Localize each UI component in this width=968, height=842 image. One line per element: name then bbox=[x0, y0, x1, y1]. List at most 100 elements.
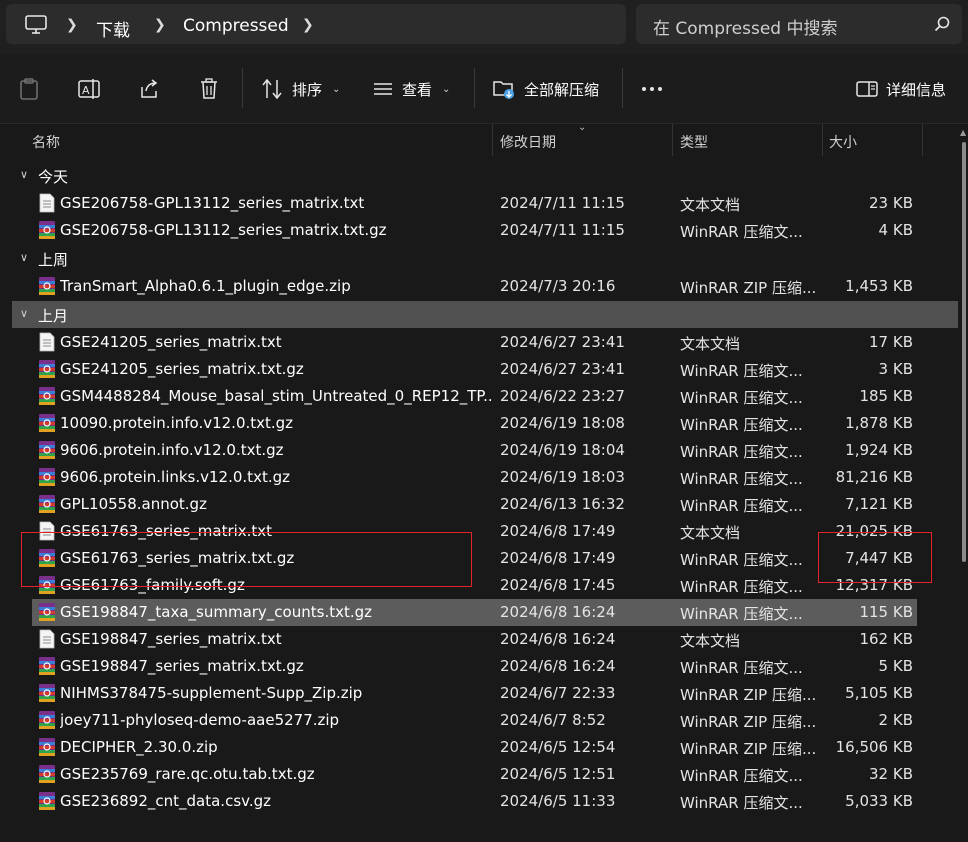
extract-folder-icon bbox=[493, 81, 514, 99]
chevron-right-icon[interactable]: ❯ bbox=[154, 17, 166, 33]
file-name[interactable]: GSE236892_cnt_data.csv.gz bbox=[60, 792, 492, 810]
file-name[interactable]: GSE235769_rare.qc.otu.tab.txt.gz bbox=[60, 765, 492, 783]
group-label: 今天 bbox=[38, 168, 69, 186]
file-row[interactable]: GSE206758-GPL13112_series_matrix.txt.gz 2… bbox=[32, 217, 917, 244]
extract-all-button[interactable]: 全部解压缩 bbox=[492, 76, 599, 102]
search-box[interactable]: 在 Compressed 中搜索 bbox=[636, 4, 962, 44]
address-bar-row: ❯ 下载 ❯ Compressed ❯ 在 Compressed 中搜索 bbox=[0, 0, 968, 54]
column-divider[interactable] bbox=[922, 124, 923, 156]
column-divider[interactable] bbox=[492, 124, 493, 156]
this-pc-icon[interactable] bbox=[24, 15, 48, 35]
file-size: 5 KB bbox=[878, 657, 913, 675]
file-type: WinRAR 压缩文... bbox=[680, 794, 803, 812]
chevron-down-icon[interactable]: ∨ bbox=[20, 251, 28, 264]
file-size: 32 KB bbox=[869, 765, 913, 783]
chevron-down-icon[interactable]: ∨ bbox=[20, 168, 28, 181]
file-name[interactable]: GPL10558.annot.gz bbox=[60, 495, 492, 513]
file-name[interactable]: joey711-phyloseq-demo-aae5277.zip bbox=[60, 711, 492, 729]
file-row[interactable]: 9606.protein.links.v12.0.txt.gz 2024/6/19… bbox=[32, 464, 917, 491]
column-header-date[interactable]: 修改日期 bbox=[500, 124, 556, 156]
file-row[interactable]: GSE236892_cnt_data.csv.gz 2024/6/5 11:33 W… bbox=[32, 788, 917, 815]
file-type: WinRAR 压缩文... bbox=[680, 605, 803, 623]
chevron-down-icon: ⌄ bbox=[332, 83, 341, 95]
group-header[interactable]: ∨ 上周 bbox=[12, 245, 958, 272]
file-date: 2024/6/27 23:41 bbox=[500, 360, 625, 378]
file-type: WinRAR 压缩文... bbox=[680, 416, 803, 434]
breadcrumb-compressed[interactable]: Compressed bbox=[183, 16, 289, 36]
file-row[interactable]: GSE206758-GPL13112_series_matrix.txt 2024… bbox=[32, 190, 917, 217]
group-label: 上月 bbox=[38, 307, 69, 325]
paste-button[interactable] bbox=[18, 76, 40, 102]
file-date: 2024/6/8 17:49 bbox=[500, 549, 616, 567]
file-type: WinRAR 压缩文... bbox=[680, 551, 803, 569]
scroll-up-icon[interactable]: ▲ bbox=[960, 128, 966, 137]
file-name[interactable]: NIHMS378475-supplement-Supp_Zip.zip bbox=[60, 684, 492, 702]
file-size: 17 KB bbox=[869, 333, 913, 351]
column-header-name[interactable]: 名称 bbox=[32, 124, 60, 156]
file-type: 文本文档 bbox=[680, 335, 741, 353]
chevron-right-icon[interactable]: ❯ bbox=[66, 17, 78, 33]
file-name[interactable]: GSM4488284_Mouse_basal_stim_Untreated_0_… bbox=[60, 387, 492, 405]
file-type: WinRAR 压缩文... bbox=[680, 443, 803, 461]
file-row[interactable]: GSE241205_series_matrix.txt.gz 2024/6/27 … bbox=[32, 356, 917, 383]
file-name[interactable]: DECIPHER_2.30.0.zip bbox=[60, 738, 492, 756]
file-name[interactable]: GSE241205_series_matrix.txt bbox=[60, 333, 492, 351]
group-header[interactable]: ∨ 今天 bbox=[12, 162, 958, 189]
extract-all-label: 全部解压缩 bbox=[524, 80, 600, 99]
file-row[interactable]: TranSmart_Alpha0.6.1_plugin_edge.zip 2024… bbox=[32, 273, 917, 300]
view-button[interactable]: 查看 ⌄ bbox=[372, 76, 450, 102]
file-size: 5,105 KB bbox=[845, 684, 913, 702]
column-divider[interactable] bbox=[672, 124, 673, 156]
chevron-down-icon[interactable]: ∨ bbox=[20, 307, 28, 320]
paste-icon bbox=[20, 78, 38, 100]
delete-button[interactable] bbox=[198, 76, 220, 102]
file-row[interactable]: 9606.protein.info.v12.0.txt.gz 2024/6/19 … bbox=[32, 437, 917, 464]
file-row[interactable]: GSE198847_series_matrix.txt.gz 2024/6/8 1… bbox=[32, 653, 917, 680]
file-name[interactable]: 10090.protein.info.v12.0.txt.gz bbox=[60, 414, 492, 432]
vertical-scrollbar[interactable] bbox=[962, 142, 966, 562]
file-name[interactable]: GSE206758-GPL13112_series_matrix.txt.gz bbox=[60, 221, 492, 239]
file-size: 5,033 KB bbox=[845, 792, 913, 810]
file-name[interactable]: GSE206758-GPL13112_series_matrix.txt bbox=[60, 194, 492, 212]
file-row[interactable]: NIHMS378475-supplement-Supp_Zip.zip 2024/… bbox=[32, 680, 917, 707]
column-header-size[interactable]: 大小 bbox=[829, 124, 857, 156]
address-bar[interactable]: ❯ 下载 ❯ Compressed ❯ bbox=[6, 4, 626, 44]
breadcrumb-downloads[interactable]: 下载 bbox=[96, 16, 130, 41]
search-icon[interactable] bbox=[934, 16, 950, 32]
file-name[interactable]: GSE198847_series_matrix.txt.gz bbox=[60, 657, 492, 675]
rename-button[interactable]: A bbox=[78, 76, 100, 102]
file-date: 2024/6/8 17:45 bbox=[500, 576, 616, 594]
file-name[interactable]: GSE241205_series_matrix.txt.gz bbox=[60, 360, 492, 378]
column-header-type[interactable]: 类型 bbox=[680, 124, 708, 156]
file-size: 1,453 KB bbox=[845, 277, 913, 295]
file-row[interactable]: GSE235769_rare.qc.otu.tab.txt.gz 2024/6/5… bbox=[32, 761, 917, 788]
file-row[interactable]: joey711-phyloseq-demo-aae5277.zip 2024/6/… bbox=[32, 707, 917, 734]
details-pane-button[interactable]: 详细信息 bbox=[856, 76, 946, 102]
file-row[interactable]: GPL10558.annot.gz 2024/6/13 16:32 WinRAR 压… bbox=[32, 491, 917, 518]
share-button[interactable] bbox=[138, 76, 160, 102]
file-date: 2024/6/8 16:24 bbox=[500, 630, 616, 648]
file-size: 16,506 KB bbox=[835, 738, 913, 756]
file-type: WinRAR 压缩文... bbox=[680, 362, 803, 380]
file-name[interactable]: GSE198847_taxa_summary_counts.txt.gz bbox=[60, 603, 492, 621]
file-name[interactable]: TranSmart_Alpha0.6.1_plugin_edge.zip bbox=[60, 277, 492, 295]
search-input[interactable]: 在 Compressed 中搜索 bbox=[653, 14, 837, 39]
view-label: 查看 bbox=[402, 80, 433, 99]
column-divider[interactable] bbox=[822, 124, 823, 156]
file-size: 3 KB bbox=[878, 360, 913, 378]
file-row[interactable]: GSE198847_series_matrix.txt 2024/6/8 16:2… bbox=[32, 626, 917, 653]
chevron-right-icon[interactable]: ❯ bbox=[302, 17, 314, 33]
file-type: WinRAR ZIP 压缩... bbox=[680, 279, 817, 297]
group-header[interactable]: ∨ 上月 bbox=[12, 301, 958, 328]
sort-button[interactable]: 排序 ⌄ bbox=[260, 76, 340, 102]
file-row[interactable]: GSE241205_series_matrix.txt 2024/6/27 23:… bbox=[32, 329, 917, 356]
more-options-button[interactable] bbox=[640, 76, 664, 102]
file-row[interactable]: 10090.protein.info.v12.0.txt.gz 2024/6/19… bbox=[32, 410, 917, 437]
command-bar: A 排序 ⌄ 查看 ⌄ 全部解压缩 详细信息 bbox=[0, 54, 968, 124]
file-name[interactable]: GSE198847_series_matrix.txt bbox=[60, 630, 492, 648]
file-row[interactable]: GSE198847_taxa_summary_counts.txt.gz 2024… bbox=[32, 599, 917, 626]
file-name[interactable]: 9606.protein.info.v12.0.txt.gz bbox=[60, 441, 492, 459]
file-row[interactable]: GSM4488284_Mouse_basal_stim_Untreated_0_… bbox=[32, 383, 917, 410]
file-row[interactable]: DECIPHER_2.30.0.zip 2024/6/5 12:54 WinRAR … bbox=[32, 734, 917, 761]
file-name[interactable]: 9606.protein.links.v12.0.txt.gz bbox=[60, 468, 492, 486]
